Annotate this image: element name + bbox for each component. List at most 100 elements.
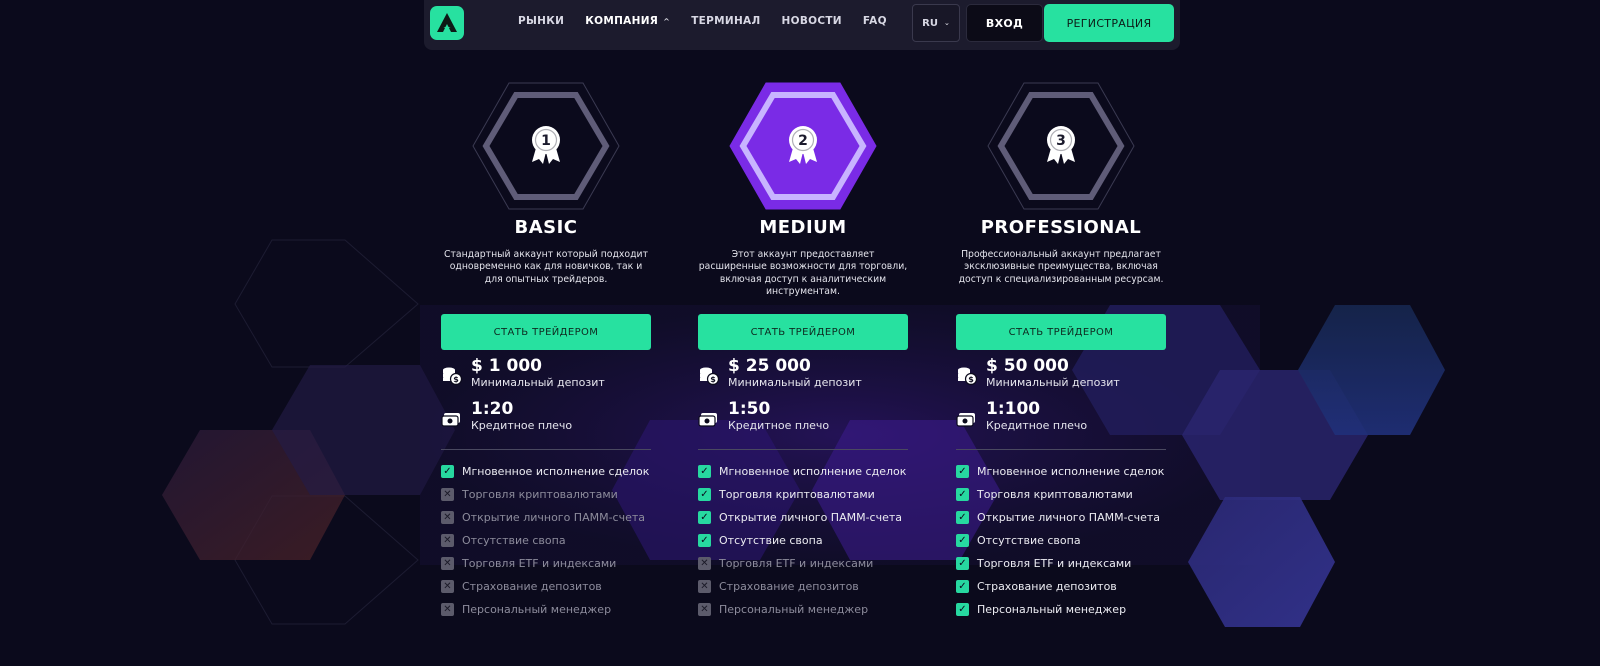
check-icon: ✓ bbox=[698, 488, 711, 501]
check-icon: ✓ bbox=[698, 465, 711, 478]
main-menu: РЫНКИ КОМПАНИЯ ^ ТЕРМИНАЛ НОВОСТИ FAQ bbox=[518, 15, 908, 27]
language-value: RU bbox=[922, 17, 938, 29]
menu-item-label: FAQ bbox=[862, 15, 887, 27]
feature-list: ✓ Мгновенное исполнение сделок ✓ Торговля к… bbox=[698, 460, 918, 621]
feature-label: Торговля ETF и индексами bbox=[719, 557, 874, 570]
leverage-label: Кредитное плечо bbox=[986, 419, 1088, 432]
check-icon: ✓ bbox=[441, 465, 454, 478]
coins-icon: $ bbox=[958, 367, 978, 386]
feature-item: ✓ Отсутствие свопа bbox=[698, 529, 918, 552]
menu-item-markets[interactable]: РЫНКИ bbox=[518, 15, 564, 27]
feature-item: ✓ Открытие личного ПАММ-счета bbox=[956, 506, 1176, 529]
menu-item-faq[interactable]: FAQ bbox=[863, 15, 887, 27]
feature-item: ✓ Торговля криптовалютами bbox=[956, 483, 1176, 506]
plan-number: 3 bbox=[1056, 133, 1066, 149]
deposit-value: $ 1 000 bbox=[471, 356, 542, 376]
top-navbar: РЫНКИ КОМПАНИЯ ^ ТЕРМИНАЛ НОВОСТИ FAQ RU ⌄… bbox=[424, 0, 1180, 50]
menu-item-terminal[interactable]: ТЕРМИНАЛ bbox=[691, 15, 760, 27]
become-trader-button[interactable]: СТАТЬ ТРЕЙДЕРОМ bbox=[441, 314, 651, 350]
min-deposit: $ $ 25 000 Минимальный депозит bbox=[698, 356, 908, 397]
cross-icon: ✕ bbox=[698, 557, 711, 570]
feature-label: Персональный менеджер bbox=[719, 603, 869, 616]
plan-description: Стандартный аккаунт который подходит одно… bbox=[441, 249, 651, 286]
cross-icon: ✕ bbox=[441, 580, 454, 593]
feature-label: Персональный менеджер bbox=[977, 603, 1127, 616]
banknotes-icon bbox=[698, 413, 717, 427]
brand-logo[interactable] bbox=[430, 6, 464, 40]
login-button[interactable]: ВХОД bbox=[966, 4, 1043, 42]
language-select[interactable]: RU ⌄ bbox=[912, 4, 960, 42]
menu-item-company[interactable]: КОМПАНИЯ ^ bbox=[585, 15, 670, 27]
feature-label: Торговля криптовалютами bbox=[719, 488, 875, 501]
plan-badge: 2 bbox=[729, 82, 877, 210]
plan-name: PROFESSIONAL bbox=[980, 217, 1142, 238]
plan-name: BASIC bbox=[514, 217, 578, 238]
feature-label: Страхование депозитов bbox=[977, 580, 1117, 593]
svg-text:$: $ bbox=[968, 375, 974, 384]
leverage: 1:100 Кредитное плечо bbox=[956, 399, 1166, 440]
banknotes-icon bbox=[956, 413, 975, 427]
deposit-label: Минимальный депозит bbox=[728, 376, 862, 389]
leverage: 1:20 Кредитное плечо bbox=[441, 399, 651, 440]
award-icon: 1 bbox=[532, 126, 560, 164]
plan-description-line: одновременно как для новичков, так и bbox=[449, 261, 643, 273]
plan-description-line: Стандартный аккаунт который подходит bbox=[443, 249, 649, 260]
menu-item-label: ТЕРМИНАЛ bbox=[691, 15, 761, 27]
chevron-down-icon: ⌄ bbox=[943, 19, 950, 27]
leverage-label: Кредитное плечо bbox=[728, 419, 830, 432]
chevron-up-icon: ^ bbox=[663, 16, 671, 26]
feature-label: Отсутствие свопа bbox=[719, 534, 823, 547]
check-icon: ✓ bbox=[956, 580, 969, 593]
cross-icon: ✕ bbox=[441, 603, 454, 616]
feature-item: ✓ Открытие личного ПАММ-счета bbox=[698, 506, 918, 529]
check-icon: ✓ bbox=[956, 557, 969, 570]
feature-item: ✕ Отсутствие свопа bbox=[441, 529, 661, 552]
plan-description: Профессиональный аккаунт предлагает экскл… bbox=[956, 249, 1166, 286]
feature-item: ✓ Отсутствие свопа bbox=[956, 529, 1176, 552]
check-icon: ✓ bbox=[956, 511, 969, 524]
award-icon: 3 bbox=[1047, 126, 1075, 164]
feature-label: Персональный менеджер bbox=[462, 603, 612, 616]
feature-label: Торговля ETF и индексами bbox=[977, 557, 1132, 570]
check-icon: ✓ bbox=[698, 534, 711, 547]
banknotes-icon bbox=[441, 413, 460, 427]
divider bbox=[441, 449, 651, 450]
coins-icon: $ bbox=[443, 367, 463, 386]
feature-label: Страхование депозитов bbox=[719, 580, 859, 593]
check-icon: ✓ bbox=[956, 534, 969, 547]
feature-label: Отсутствие свопа bbox=[462, 534, 566, 547]
leverage-value: 1:20 bbox=[471, 399, 514, 419]
feature-item: ✕ Персональный менеджер bbox=[698, 598, 918, 621]
plan-description-line: эксклюзивные преимущества, включая bbox=[964, 261, 1158, 273]
plan-badge: 1 bbox=[472, 82, 620, 210]
plan-number: 1 bbox=[541, 133, 551, 149]
coins-icon: $ bbox=[700, 367, 720, 386]
plan-description-line: расширенные возможности для торговли, bbox=[698, 261, 908, 273]
feature-item: ✕ Открытие личного ПАММ-счета bbox=[441, 506, 661, 529]
deposit-label: Минимальный депозит bbox=[986, 376, 1120, 389]
plan-description-line: Этот аккаунт предоставляет bbox=[731, 249, 875, 260]
feature-label: Торговля криптовалютами bbox=[977, 488, 1133, 501]
feature-item: ✓ Мгновенное исполнение сделок bbox=[698, 460, 918, 483]
become-trader-button[interactable]: СТАТЬ ТРЕЙДЕРОМ bbox=[698, 314, 908, 350]
register-button[interactable]: РЕГИСТРАЦИЯ bbox=[1044, 4, 1174, 42]
feature-item: ✓ Торговля ETF и индексами bbox=[956, 552, 1176, 575]
min-deposit: $ $ 1 000 Минимальный депозит bbox=[441, 356, 651, 397]
cross-icon: ✕ bbox=[698, 580, 711, 593]
menu-item-label: КОМПАНИЯ bbox=[585, 15, 659, 27]
plan-description-line: инструментам. bbox=[766, 286, 840, 298]
leverage-value: 1:100 bbox=[986, 399, 1041, 419]
feature-item: ✕ Страхование депозитов bbox=[441, 575, 661, 598]
menu-item-label: НОВОСТИ bbox=[781, 15, 842, 27]
feature-label: Открытие личного ПАММ-счета bbox=[977, 511, 1161, 524]
feature-item: ✓ Мгновенное исполнение сделок bbox=[956, 460, 1176, 483]
leverage: 1:50 Кредитное плечо bbox=[698, 399, 908, 440]
feature-label: Открытие личного ПАММ-счета bbox=[719, 511, 903, 524]
deposit-value: $ 50 000 bbox=[986, 356, 1069, 376]
menu-item-news[interactable]: НОВОСТИ bbox=[782, 15, 842, 27]
become-trader-button[interactable]: СТАТЬ ТРЕЙДЕРОМ bbox=[956, 314, 1166, 350]
feature-label: Мгновенное исполнение сделок bbox=[462, 465, 650, 478]
plan-description-line: для опытных трейдеров. bbox=[484, 273, 608, 285]
feature-item: ✓ Персональный менеджер bbox=[956, 598, 1176, 621]
check-icon: ✓ bbox=[956, 488, 969, 501]
